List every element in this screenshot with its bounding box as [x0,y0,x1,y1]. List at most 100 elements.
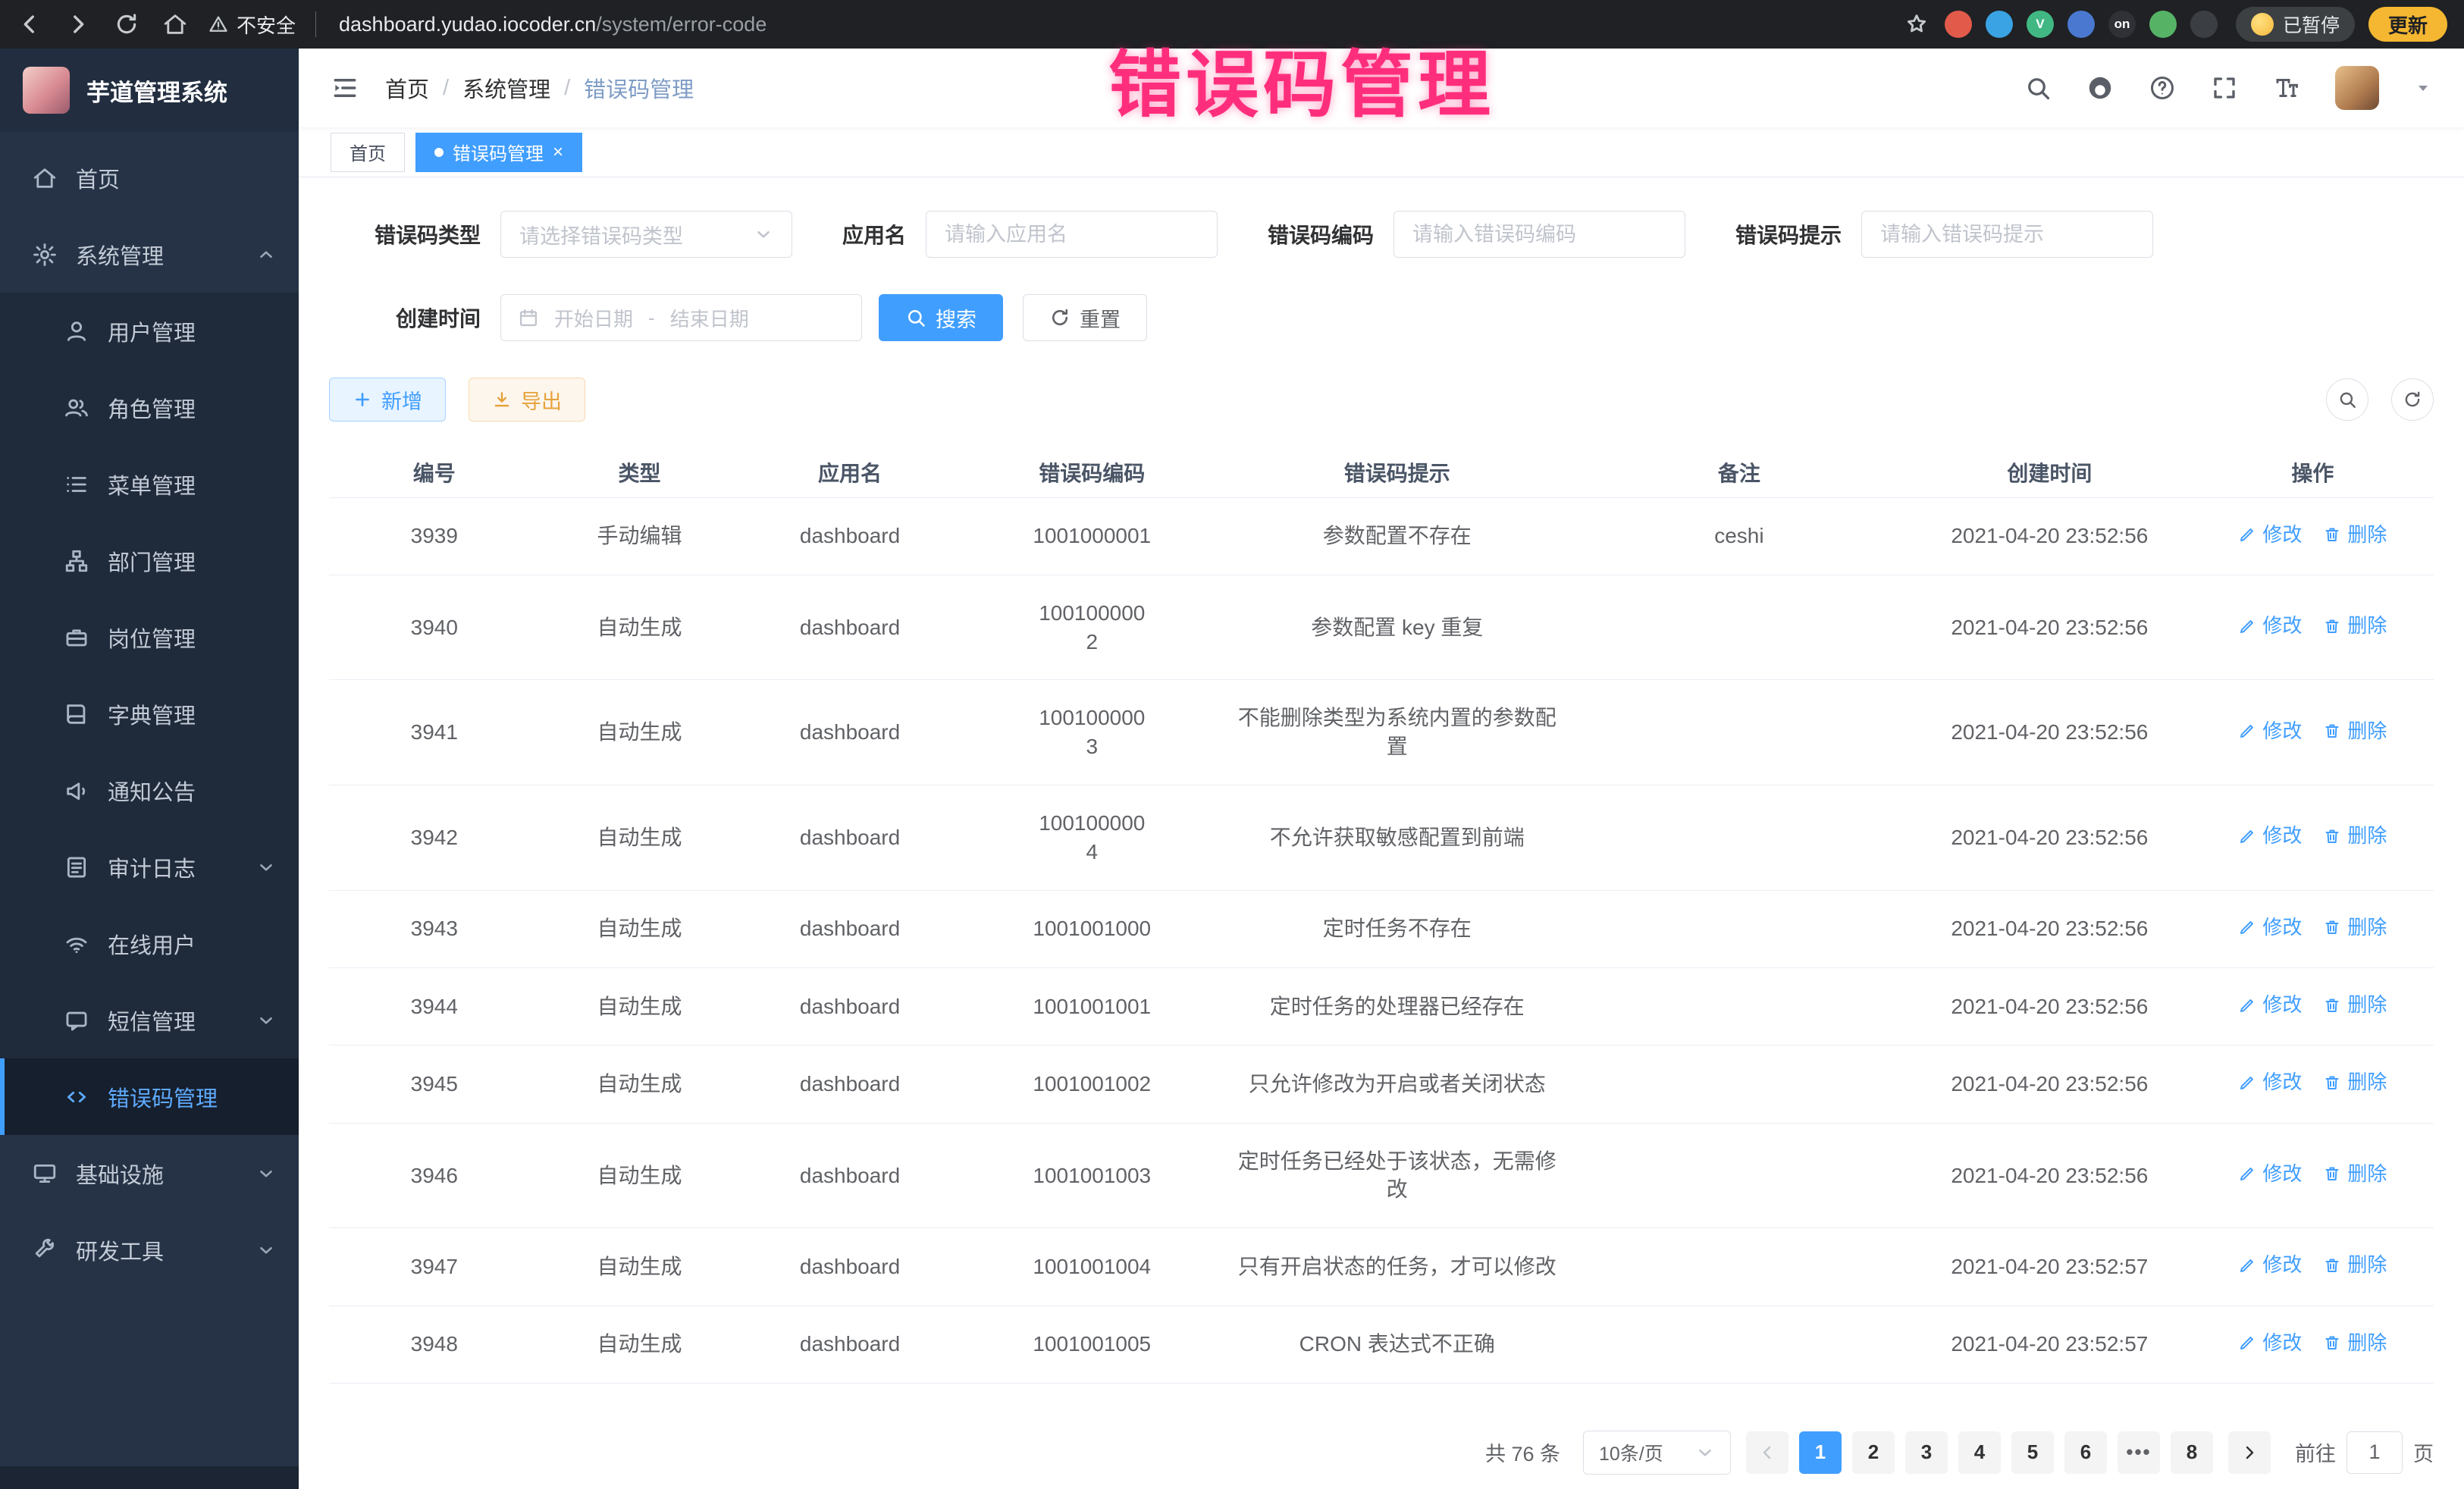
sidebar-item-org[interactable]: 部门管理 [0,522,299,599]
reload-icon[interactable] [114,11,140,37]
export-button[interactable]: 导出 [469,378,585,422]
sidebar-item-list[interactable]: 菜单管理 [0,446,299,522]
sidebar-item-infra[interactable]: 基础设施 [0,1135,299,1212]
search-button[interactable]: 搜索 [879,294,1003,341]
tab-close-icon[interactable]: × [553,143,563,161]
sidebar-item-announcement[interactable]: 通知公告 [0,752,299,829]
reset-button[interactable]: 重置 [1023,294,1147,341]
edit-button[interactable]: 修改 [2238,992,2302,1018]
delete-button[interactable]: 删除 [2323,914,2387,941]
edit-button[interactable]: 修改 [2238,613,2302,639]
delete-button[interactable]: 删除 [2323,613,2387,639]
delete-button[interactable]: 删除 [2323,718,2387,744]
delete-button[interactable]: 删除 [2323,992,2387,1018]
page-ellipsis: ••• [2118,1431,2160,1474]
search-icon[interactable] [2024,74,2052,102]
extension-icon[interactable] [2067,11,2095,38]
cell-time: 2021-04-20 23:52:56 [1908,967,2192,1045]
address-bar[interactable]: 不安全 dashboard.yudao.iocoder.cn/system/er… [208,11,1945,39]
tab[interactable]: 首页 [331,133,405,172]
next-page-button[interactable] [2228,1431,2271,1474]
back-icon[interactable] [17,11,42,37]
app-name-input[interactable] [926,211,1218,258]
error-msg-input[interactable] [1861,211,2153,258]
add-button[interactable]: 新增 [329,378,446,422]
help-icon[interactable] [2149,74,2176,102]
sidebar-item-code[interactable]: 错误码管理 [0,1058,299,1135]
refresh-table-button[interactable] [2391,378,2434,421]
sidebar-item-sms[interactable]: 短信管理 [0,982,299,1058]
sidebar-item-users[interactable]: 角色管理 [0,369,299,446]
menu-fold-icon[interactable] [331,74,359,102]
sidebar-item-label: 角色管理 [108,392,196,424]
bookmark-star-icon[interactable] [1904,11,1930,37]
page-button[interactable]: 3 [1905,1431,1948,1474]
goto-page-input[interactable] [2346,1431,2403,1474]
delete-button[interactable]: 删除 [2323,1161,2387,1187]
extension-icon[interactable] [2190,11,2218,38]
sidebar-item-gear[interactable]: 系统管理 [0,216,299,293]
extension-icon[interactable]: V [2027,11,2054,38]
page-button[interactable]: 4 [1958,1431,2001,1474]
sidebar-item-user[interactable]: 用户管理 [0,293,299,369]
edit-button[interactable]: 修改 [2238,718,2302,744]
extension-icon[interactable] [1986,11,2013,38]
page-button[interactable]: 2 [1852,1431,1895,1474]
delete-button[interactable]: 删除 [2323,1330,2387,1356]
error-code-label: 错误码编码 [1268,219,1374,249]
extension-icon[interactable] [1945,11,1972,38]
delete-button[interactable]: 删除 [2323,522,2387,548]
sidebar-item-briefcase[interactable]: 岗位管理 [0,599,299,676]
page-button[interactable]: 5 [2011,1431,2054,1474]
font-size-icon[interactable] [2273,74,2300,102]
tab[interactable]: 错误码管理× [415,133,582,172]
fullscreen-icon[interactable] [2211,74,2238,102]
breadcrumb-item[interactable]: 错误码管理 [584,72,694,104]
delete-button[interactable]: 删除 [2323,1252,2387,1278]
github-icon[interactable] [2086,74,2114,102]
breadcrumb-item[interactable]: 首页 [385,72,429,104]
topbar: 首页/系统管理/错误码管理 [299,49,2464,127]
delete-button[interactable]: 删除 [2323,1069,2387,1096]
cell-type: 自动生成 [540,575,740,680]
sidebar-collapse-bar[interactable] [0,1466,299,1489]
warning-icon [208,14,229,35]
toggle-search-button[interactable] [2326,378,2368,421]
prev-page-button[interactable] [1746,1431,1788,1474]
breadcrumb-item[interactable]: 系统管理 [462,72,550,104]
page-button[interactable]: 8 [2171,1431,2213,1474]
edit-button[interactable]: 修改 [2238,1252,2302,1278]
extension-icon[interactable] [2149,11,2177,38]
sidebar-item-online[interactable]: 在线用户 [0,905,299,982]
edit-button[interactable]: 修改 [2238,1161,2302,1187]
page-button[interactable]: 6 [2064,1431,2107,1474]
delete-button[interactable]: 删除 [2323,823,2387,849]
page-size-select[interactable]: 10条/页 [1583,1431,1731,1475]
cell-remark: ceshi [1571,497,1908,575]
date-range-picker[interactable]: 开始日期 - 结束日期 [500,294,862,341]
sidebar-item-dict[interactable]: 字典管理 [0,676,299,752]
edit-button[interactable]: 修改 [2238,522,2302,548]
sidebar-item-audit[interactable]: 审计日志 [0,829,299,905]
chevron-down-icon[interactable] [2414,79,2432,97]
cell-code: 1001000001 [961,497,1224,575]
security-chip[interactable]: 不安全 [208,11,296,39]
edit-button[interactable]: 修改 [2238,1330,2302,1356]
edit-button[interactable]: 修改 [2238,914,2302,941]
edit-button[interactable]: 修改 [2238,1069,2302,1096]
extension-icon[interactable]: on [2108,11,2136,38]
page-button[interactable]: 1 [1799,1431,1842,1474]
home-browser-icon[interactable] [162,11,188,37]
logo[interactable]: 芋道管理系统 [0,49,299,132]
error-type-select[interactable]: 请选择错误码类型 [500,211,792,258]
sidebar-item-tools[interactable]: 研发工具 [0,1212,299,1288]
edit-button[interactable]: 修改 [2238,823,2302,849]
sidebar-item-home[interactable]: 首页 [0,139,299,216]
forward-icon[interactable] [65,11,91,37]
pencil-icon [2238,722,2256,740]
error-code-input[interactable] [1393,211,1685,258]
update-button[interactable]: 更新 [2368,7,2447,42]
user-avatar[interactable] [2335,66,2379,110]
paused-badge[interactable]: 已暂停 [2236,7,2355,42]
cell-time: 2021-04-20 23:52:56 [1908,1123,2192,1228]
